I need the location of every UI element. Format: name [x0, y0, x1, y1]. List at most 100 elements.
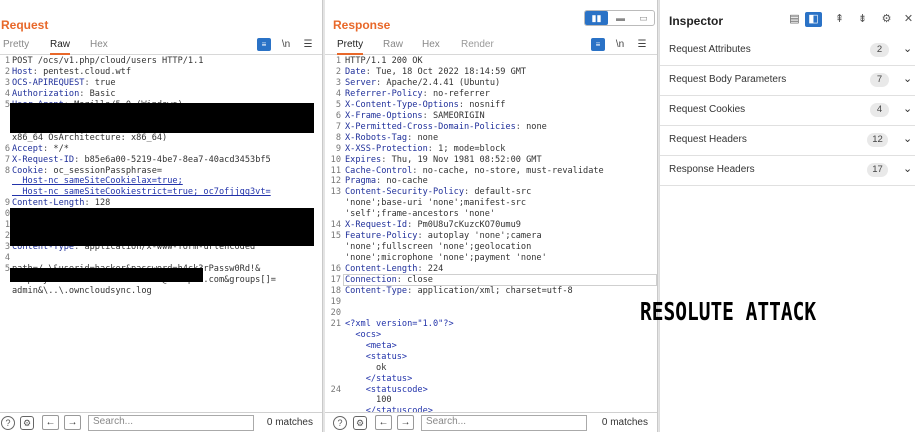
inspector-row-count: 4 — [870, 103, 889, 117]
code-line: Pragma: no-cache — [345, 176, 428, 187]
newline-icon[interactable]: \n — [279, 38, 293, 51]
tab-hex[interactable]: Hex — [422, 39, 440, 50]
newline-icon[interactable]: \n — [613, 38, 627, 51]
collapse-icon[interactable]: ⇞ — [831, 12, 848, 27]
settings-icon[interactable]: ⚙ — [20, 416, 34, 430]
line-number: 24 — [330, 384, 341, 395]
code-line: HTTP/1.1 200 OK — [345, 56, 423, 66]
header-value: 128 — [89, 198, 111, 209]
code-line: 'none';base-uri 'none';manifest-src — [345, 198, 527, 209]
inspector-row[interactable]: Response Headers 17 ⌄ — [660, 156, 915, 186]
header-name: Content-Length — [12, 198, 85, 209]
menu-icon[interactable]: ☰ — [301, 38, 315, 51]
header-value: none — [520, 121, 547, 132]
header-value: oc_sessionPassphrase= — [48, 165, 163, 176]
header-name: OCS-APIREQUEST — [12, 77, 85, 88]
header-value: no-cache, no-store, must-revalidate — [417, 165, 604, 176]
tab-render[interactable]: Render — [461, 39, 494, 50]
header-name: Expires — [345, 154, 382, 165]
code-line: <ocs> — [345, 329, 382, 340]
inspector-row[interactable]: Request Cookies 4 ⌄ — [660, 96, 915, 126]
code-line: <?xml version="1.0"?> — [345, 318, 454, 329]
response-editor[interactable]: 1 HTTP/1.1 200 OK 2 Date: Tue, 18 Oct 2022 … — [325, 56, 657, 412]
chevron-down-icon[interactable]: ⌄ — [903, 132, 912, 145]
line-number: 1 — [4, 56, 10, 66]
code-line: Content-Security-Policy: default-src — [345, 187, 532, 198]
header-value: Basic — [84, 88, 116, 99]
tab-raw[interactable]: Raw — [50, 39, 71, 55]
code-line: </status> — [345, 373, 413, 384]
header-value: */* — [48, 143, 69, 154]
header-name: X-Frame-Options — [345, 110, 423, 121]
line-number: 1 — [335, 56, 341, 66]
inspector-row[interactable]: Request Headers 12 ⌄ — [660, 126, 915, 156]
code-line: <meta> — [345, 340, 397, 351]
header-name: Host — [12, 66, 33, 77]
code-line: X-Permitted-Cross-Domain-Policies: none — [345, 121, 547, 132]
chevron-down-icon[interactable]: ⌄ — [903, 162, 912, 175]
code-line: Authorization: Basic — [12, 88, 116, 99]
chevron-down-icon[interactable]: ⌄ — [903, 102, 912, 115]
line-number: 4 — [4, 88, 10, 99]
code-line: 'self';frame-ancestors 'none' — [345, 209, 496, 220]
settings-icon[interactable]: ⚙ — [353, 416, 367, 430]
split-view-icon[interactable]: ◧ — [805, 12, 822, 27]
header-name: X-Request-Id — [345, 220, 408, 231]
request-pane: Request Pretty Raw Hex ≡ \n ☰ 1 POST /ocs… — [0, 0, 323, 432]
line-number: 7 — [4, 154, 10, 165]
back-arrow-icon[interactable]: ← — [375, 415, 392, 430]
tab-raw[interactable]: Raw — [383, 39, 403, 50]
line-number: 4 — [4, 253, 10, 264]
line-number: 11 — [330, 165, 341, 176]
header-value: SAMEORIGIN — [427, 110, 485, 121]
code-line: Feature-Policy: autoplay 'none';camera — [345, 231, 542, 242]
tab-pretty[interactable]: Pretty — [3, 39, 29, 50]
pretty-print-icon[interactable]: ≡ — [257, 38, 271, 51]
tab-pretty[interactable]: Pretty — [337, 39, 364, 55]
response-search-input[interactable]: Search... — [421, 415, 587, 431]
response-title: Response — [333, 18, 391, 32]
code-line: X-Content-Type-Options: nosniff — [345, 99, 506, 110]
inspector-row[interactable]: Request Body Parameters 7 ⌄ — [660, 66, 915, 96]
close-icon[interactable]: ✕ — [900, 12, 915, 27]
header-value: autoplay 'none';camera — [422, 231, 542, 242]
layout-toggle[interactable]: ▮▮ ▬ ▭ — [584, 10, 655, 26]
code-line: 'none';fullscreen 'none';geolocation — [345, 242, 532, 253]
header-value: Apache/2.4.41 (Ubuntu) — [381, 77, 501, 88]
settings-icon[interactable]: ⚙ — [878, 12, 895, 27]
back-arrow-icon[interactable]: ← — [42, 415, 59, 430]
header-name: Pragma — [345, 176, 377, 187]
response-tabs: Pretty Raw Hex Render ≡ \n ☰ — [325, 37, 657, 55]
help-icon[interactable]: ? — [1, 416, 15, 430]
code-line: Cache-Control: no-cache, no-store, must-… — [345, 165, 604, 176]
response-matches-count: 0 matches — [601, 417, 648, 428]
line-number: 2 — [4, 231, 10, 242]
code-line: Server: Apache/2.4.41 (Ubuntu) — [345, 77, 501, 88]
split-rows-icon[interactable]: ▬ — [609, 11, 632, 25]
split-columns-icon[interactable]: ▮▮ — [585, 11, 608, 25]
inspector-row-count: 7 — [870, 73, 889, 87]
chevron-down-icon[interactable]: ⌄ — [903, 72, 912, 85]
menu-icon[interactable]: ☰ — [635, 38, 649, 51]
pretty-print-icon[interactable]: ≡ — [591, 38, 605, 51]
forward-arrow-icon[interactable]: → — [64, 415, 81, 430]
single-view-icon[interactable]: ▭ — [632, 11, 655, 25]
list-view-icon[interactable]: ▤ — [786, 12, 803, 27]
line-number: 14 — [330, 220, 341, 231]
request-search-input[interactable]: Search... — [88, 415, 254, 431]
forward-arrow-icon[interactable]: → — [397, 415, 414, 430]
code-line: X-XSS-Protection: 1; mode=block — [345, 143, 506, 154]
inspector-row[interactable]: Request Attributes 2 ⌄ — [660, 36, 915, 66]
chevron-down-icon[interactable]: ⌄ — [903, 42, 912, 55]
line-number: 5 — [4, 264, 10, 275]
header-value: no-cache — [381, 176, 428, 187]
help-icon[interactable]: ? — [333, 416, 347, 430]
expand-icon[interactable]: ⇟ — [854, 12, 871, 27]
code-line: Accept: */* — [12, 143, 69, 154]
line-number: 9 — [4, 198, 10, 209]
tab-hex[interactable]: Hex — [90, 39, 108, 50]
code-line: 100 — [345, 395, 392, 406]
inspector-title: Inspector — [669, 14, 724, 28]
line-number: 15 — [330, 231, 341, 242]
code-line: ok — [345, 362, 387, 373]
